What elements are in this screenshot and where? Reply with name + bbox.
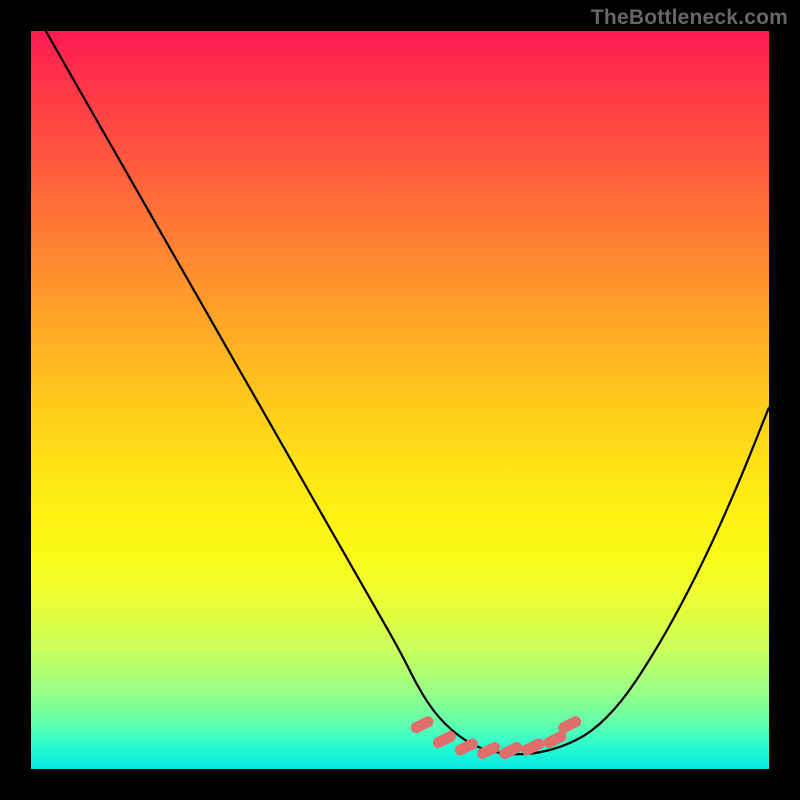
watermark-text: TheBottleneck.com bbox=[591, 6, 788, 30]
bottleneck-curve bbox=[46, 31, 769, 754]
chart-svg bbox=[31, 31, 769, 769]
chart-frame: TheBottleneck.com bbox=[0, 0, 800, 800]
plot-area bbox=[31, 31, 769, 769]
